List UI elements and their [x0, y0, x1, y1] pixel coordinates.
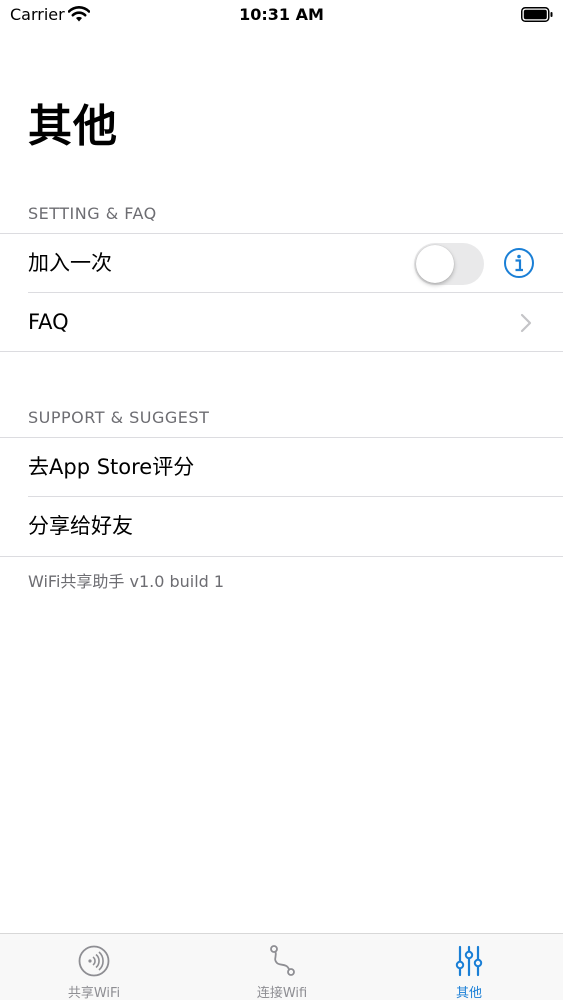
share-friends-label: 分享给好友: [28, 514, 133, 538]
join-once-toggle[interactable]: [414, 243, 484, 285]
chevron-right-icon: [520, 313, 532, 333]
share-friends-row[interactable]: 分享给好友: [0, 497, 563, 556]
info-icon[interactable]: [503, 247, 535, 279]
page-title: 其他: [28, 101, 118, 152]
connection-path-icon: [270, 945, 295, 976]
divider: [0, 556, 563, 557]
join-once-label: 加入一次: [28, 251, 112, 275]
tab-share-wifi[interactable]: 共享WiFi: [0, 934, 188, 1000]
tab-other[interactable]: 其他: [375, 934, 563, 1000]
wifi-signal-icon: [78, 945, 110, 977]
rate-app-store-row[interactable]: 去App Store评分: [0, 438, 563, 497]
join-once-row: 加入一次: [0, 234, 563, 293]
faq-row[interactable]: FAQ: [0, 293, 563, 352]
rate-app-store-label: 去App Store评分: [28, 455, 195, 479]
sliders-icon: [455, 945, 483, 977]
battery-icon: [521, 7, 553, 22]
tab-bar: 共享WiFi 连接Wifi 其他: [0, 933, 563, 1000]
faq-label: FAQ: [28, 310, 69, 334]
toggle-knob: [416, 245, 454, 283]
tab-label: 共享WiFi: [67, 986, 121, 1000]
section-header-support: SUPPORT & SUGGEST: [28, 408, 210, 427]
tab-label: 其他: [455, 986, 482, 1000]
status-bar: Carrier 10:31 AM: [0, 0, 563, 30]
divider: [0, 351, 563, 352]
status-time: 10:31 AM: [239, 5, 324, 24]
version-footer: WiFi共享助手 v1.0 build 1: [28, 572, 225, 591]
tab-connect-wifi[interactable]: 连接Wifi: [188, 934, 376, 1000]
section-header-setting: SETTING & FAQ: [28, 204, 157, 223]
tab-label: 连接Wifi: [256, 986, 308, 1000]
